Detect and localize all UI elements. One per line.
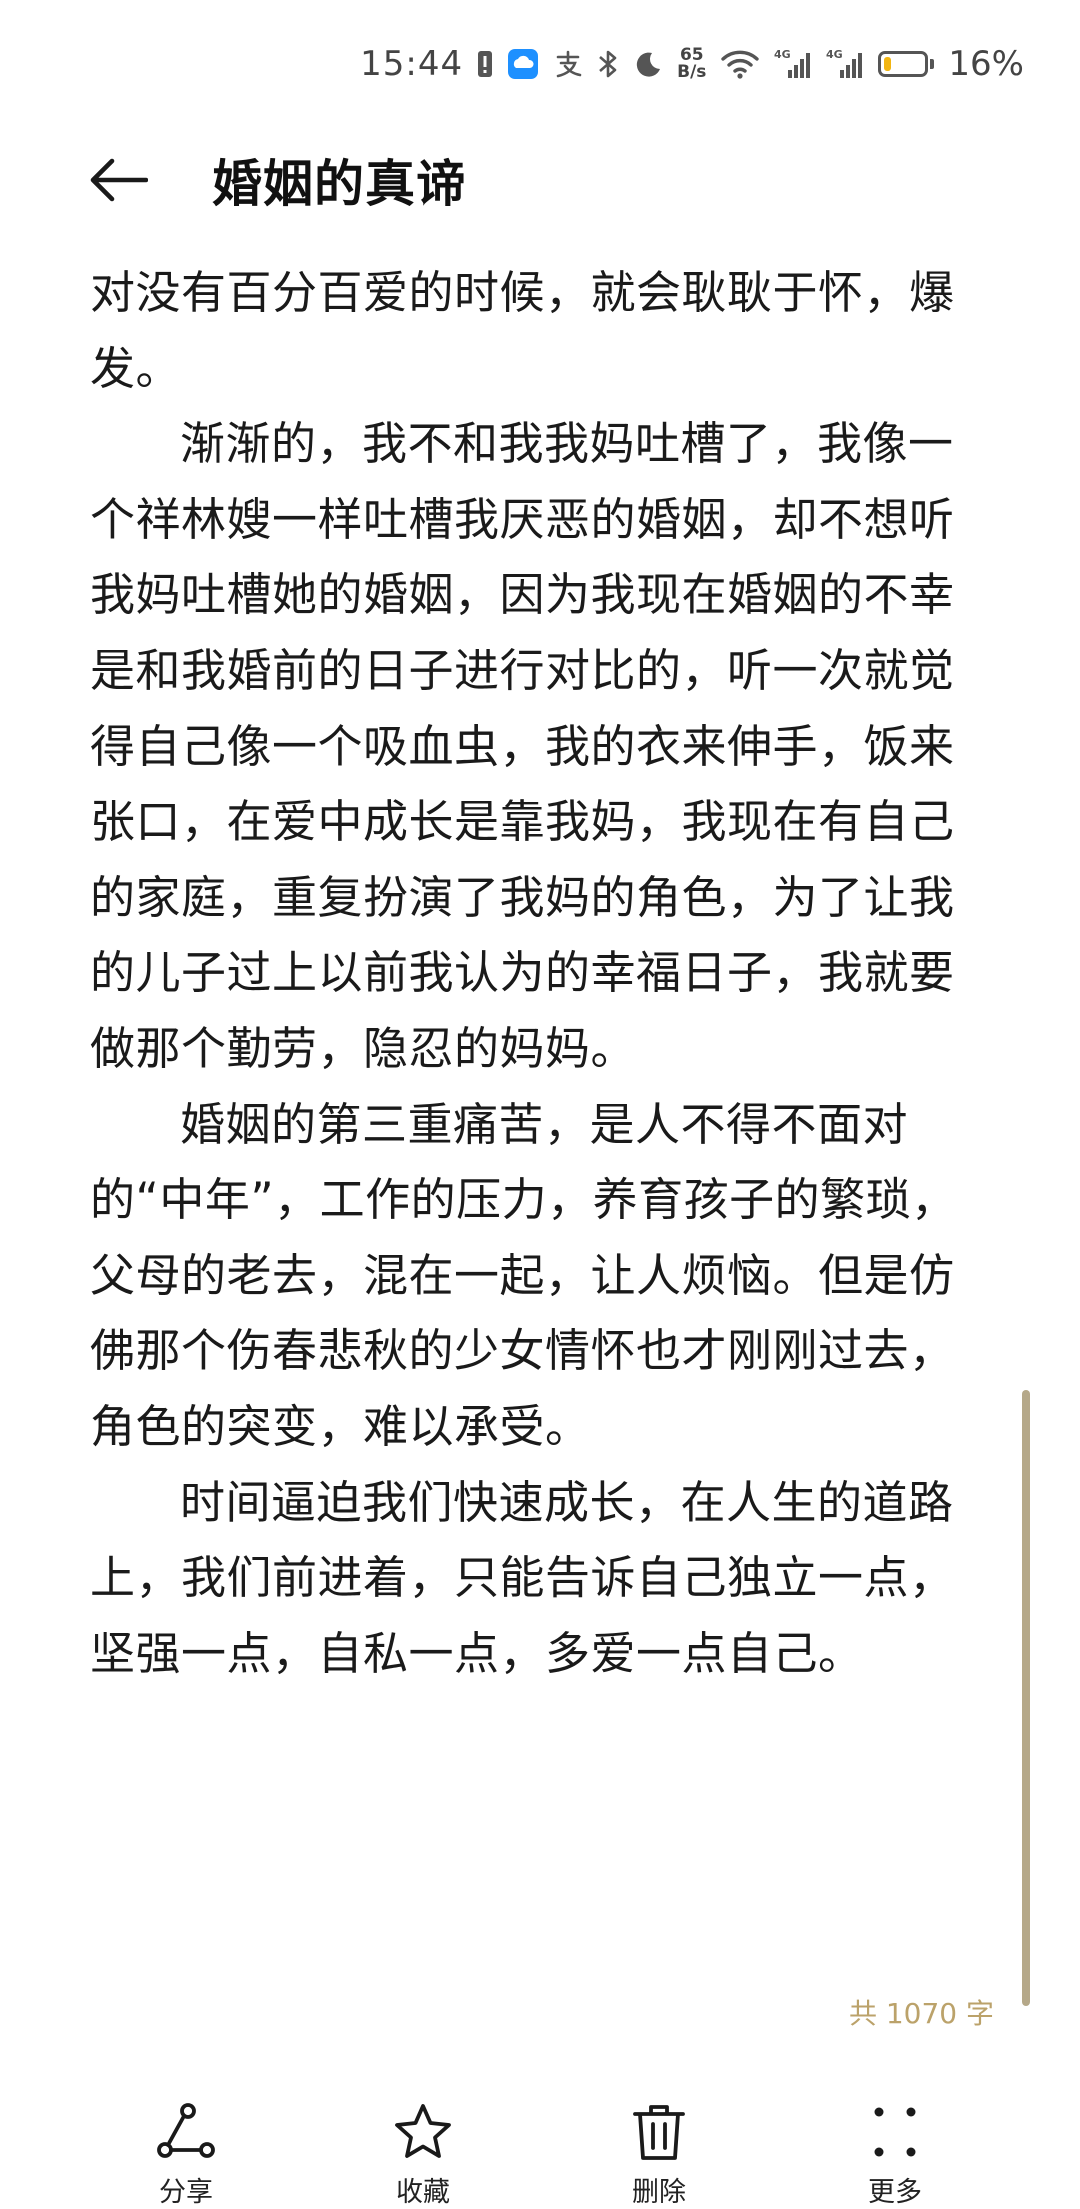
article-paragraph: 对没有百分百爱的时候，就会耿耿于怀，爆发。 [90,266,955,395]
battery-percent: 16% [948,44,1024,84]
alipay-icon [553,49,583,79]
battery-icon [878,51,935,77]
more-label: 更多 [868,2177,922,2208]
article-paragraph: 婚姻的第三重痛苦，是人不得不面对的“中年”，工作的压力，养育孩子的繁琐，父母的老… [90,1097,957,1453]
sim-alert-icon [477,49,493,79]
article-paragraph: 时间逼迫我们快速成长，在人生的道路上，我们前进着，只能告诉自己独立一点，坚强一点… [90,1475,955,1680]
moon-icon [633,49,663,79]
network-speed: 65 B/s [677,47,706,81]
signal-4g-icon: 4G [774,48,812,80]
svg-text:4G: 4G [774,48,791,61]
trash-icon [627,2100,691,2164]
delete-label: 删除 [632,2177,686,2208]
back-button[interactable] [90,145,160,215]
network-speed-unit: B/s [677,62,707,82]
status-bar: 15:44 65 B/s 4G 4G 16% [360,36,1024,92]
bottom-toolbar: 分享 收藏 删除 更多 [0,2100,1080,2209]
more-button[interactable]: 更多 [830,2100,960,2209]
favorite-label: 收藏 [396,2177,450,2208]
share-label: 分享 [159,2177,213,2208]
bluetooth-icon [597,48,619,80]
star-icon [391,2100,455,2164]
article-body[interactable]: 对没有百分百爱的时候，就会耿耿于怀，爆发。 渐渐的，我不和我我妈吐槽了，我像一个… [90,255,998,1691]
more-dots-icon [863,2100,927,2164]
app-notification-icon [507,48,539,80]
title-bar: 婚姻的真谛 [90,140,467,220]
article-paragraph: 渐渐的，我不和我我妈吐槽了，我像一个祥林嫂一样吐槽我厌恶的婚姻，却不想听我妈吐槽… [90,417,955,1075]
favorite-button[interactable]: 收藏 [358,2100,488,2209]
battery-level-fill [884,57,891,71]
share-button[interactable]: 分享 [121,2100,251,2209]
scrollbar-thumb[interactable] [1022,1390,1030,2006]
svg-text:4G: 4G [826,48,843,61]
share-icon [154,2100,218,2164]
delete-button[interactable]: 删除 [594,2100,724,2209]
arrow-left-icon [90,158,148,202]
signal-4g-icon: 4G [826,48,864,80]
status-time: 15:44 [360,44,464,84]
wifi-icon [720,48,760,80]
page-title: 婚姻的真谛 [212,155,467,213]
word-count: 共 1070 字 [848,1997,994,2030]
